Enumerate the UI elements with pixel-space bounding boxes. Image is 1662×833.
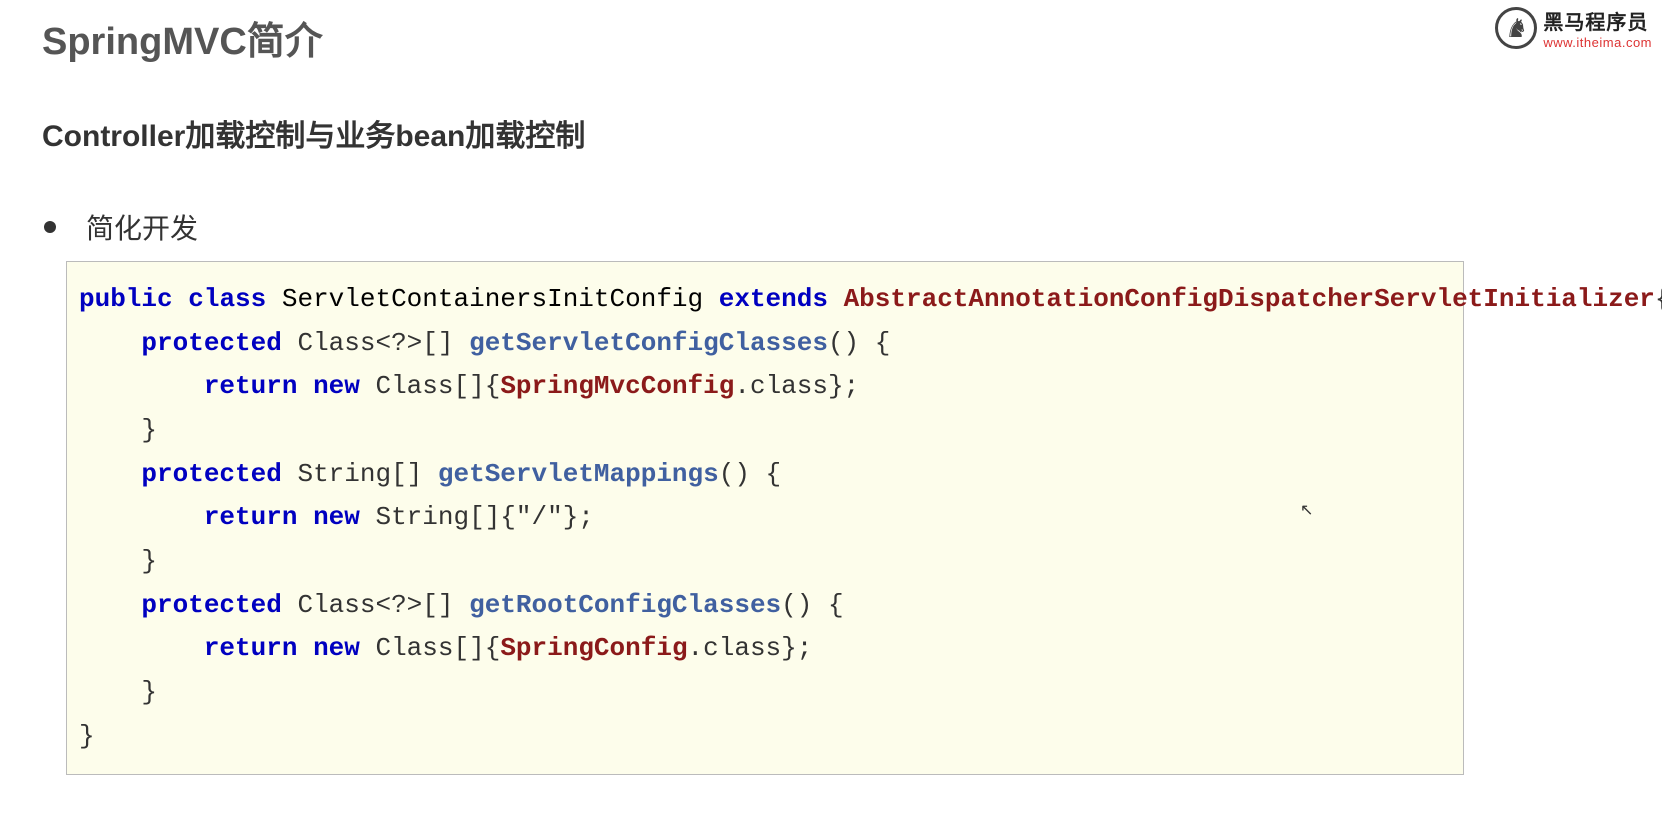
logo-cn-text: 黑马程序员 xyxy=(1543,6,1648,35)
bullet-dot-icon xyxy=(44,221,56,233)
bullet-text: 简化开发 xyxy=(86,207,198,247)
cursor-icon: ↖ xyxy=(1300,500,1313,520)
logo-url-text: www.itheima.com xyxy=(1543,35,1652,50)
logo-text-group: 黑马程序员 www.itheima.com xyxy=(1543,6,1652,50)
page-subtitle: Controller加载控制与业务bean加载控制 xyxy=(0,65,1662,155)
horse-icon: ♞ xyxy=(1505,13,1528,44)
bullet-item: 简化开发 xyxy=(0,155,1662,247)
page-title: SpringMVC简介 xyxy=(0,0,1662,65)
logo-icon: ♞ xyxy=(1495,7,1537,49)
code-block: public class ServletContainersInitConfig… xyxy=(66,261,1464,775)
brand-logo: ♞ 黑马程序员 www.itheima.com xyxy=(1495,6,1652,50)
